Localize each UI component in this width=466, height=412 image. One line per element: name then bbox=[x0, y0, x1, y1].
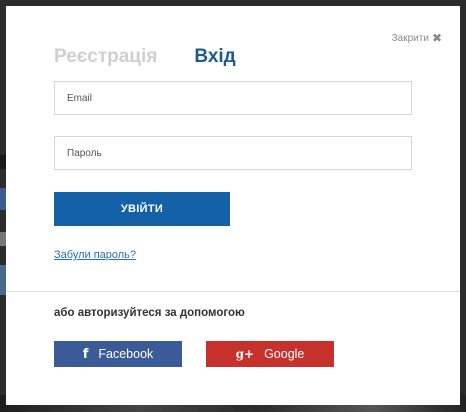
facebook-login-button[interactable]: f Facebook bbox=[54, 341, 182, 367]
close-label: Закрити bbox=[391, 32, 429, 44]
password-field-wrapper bbox=[54, 136, 412, 170]
social-login-label: або авторизуйтеся за допомогою bbox=[54, 307, 245, 319]
login-modal: Закрити ✖ Реєстрація Вхід УВІЙТИ Забули … bbox=[6, 6, 460, 405]
google-login-button[interactable]: g+ Google bbox=[206, 341, 334, 367]
tab-register[interactable]: Реєстрація bbox=[54, 46, 157, 68]
tab-login[interactable]: Вхід bbox=[194, 46, 235, 68]
email-field-wrapper bbox=[54, 81, 412, 115]
google-plus-icon: g+ bbox=[235, 347, 255, 361]
forgot-password-link[interactable]: Забули пароль? bbox=[54, 249, 136, 261]
email-field[interactable] bbox=[55, 82, 411, 114]
divider bbox=[6, 291, 460, 292]
password-field[interactable] bbox=[55, 137, 411, 169]
facebook-icon: f bbox=[82, 346, 89, 362]
google-label: Google bbox=[264, 347, 305, 361]
auth-tabs: Реєстрація Вхід bbox=[54, 46, 236, 68]
close-icon: ✖ bbox=[431, 31, 442, 45]
facebook-label: Facebook bbox=[98, 347, 154, 361]
login-button[interactable]: УВІЙТИ bbox=[54, 192, 230, 226]
close-button[interactable]: Закрити ✖ bbox=[392, 32, 442, 44]
